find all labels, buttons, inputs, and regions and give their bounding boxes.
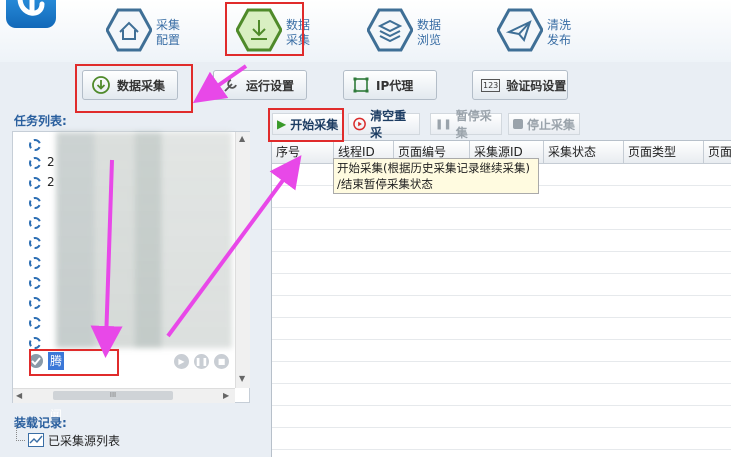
record-icon: [353, 117, 366, 131]
clear-recollect-button[interactable]: 清空重采: [348, 109, 420, 140]
ribbon-config-button[interactable]: 采集 配置: [105, 8, 226, 58]
play-icon[interactable]: ▶: [174, 354, 189, 369]
layers-icon: [366, 8, 414, 52]
task-node-icon: [29, 197, 41, 209]
task-node-icon: [29, 257, 41, 269]
blurred-content: [56, 132, 232, 348]
grid-row-line: [272, 361, 731, 362]
app-logo: [6, 0, 56, 28]
task-node-icon: [29, 217, 41, 229]
scroll-right-icon[interactable]: ▶: [223, 391, 229, 400]
run-settings-label: 运行设置: [246, 78, 295, 93]
grid-row-line: [272, 295, 731, 296]
tree-horizontal-scrollbar[interactable]: ◀ III ▶: [13, 388, 235, 403]
ribbon-label: 数据: [286, 18, 311, 32]
pause-collect-button[interactable]: ❚❚ 暂停采集: [430, 109, 502, 140]
download-icon: [235, 8, 283, 52]
task-node-icon: [29, 297, 41, 309]
captcha-123-icon: 123: [481, 78, 501, 92]
ribbon-collect-button[interactable]: 数据 采集: [235, 8, 356, 58]
scroll-thumb[interactable]: III: [53, 391, 173, 400]
tree-item-label: 2: [47, 155, 55, 169]
ribbon-label: 发布: [547, 33, 572, 47]
grid-row-line: [272, 207, 731, 208]
ribbon-label: 采集: [286, 33, 311, 47]
task-node-icon: [29, 177, 41, 189]
grid-row-line: [272, 251, 731, 252]
paper-plane-icon: [496, 8, 544, 52]
ribbon-label: 清洗: [547, 18, 572, 32]
scroll-left-icon[interactable]: ◀: [16, 391, 22, 400]
grid-row-line: [272, 273, 731, 274]
grid-row-line: [272, 427, 731, 428]
start-collect-button[interactable]: ▶ 开始采集: [272, 113, 344, 135]
tree-item-label: 2: [47, 175, 55, 189]
download-circle-icon: [92, 76, 110, 94]
task-check-icon: [29, 354, 43, 368]
ip-proxy-label: IP代理: [376, 78, 414, 93]
ribbon-label: 采集: [156, 18, 181, 32]
task-node-icon: [29, 237, 41, 249]
frame-icon: [353, 77, 369, 93]
tooltip-line: /结束暂停采集状态: [337, 177, 433, 191]
ribbon-label: 配置: [156, 33, 181, 47]
run-settings-button[interactable]: 运行设置: [213, 70, 307, 100]
ribbon-browse-button[interactable]: 数据 浏览: [366, 8, 487, 58]
data-collect-button[interactable]: 数据采集: [82, 70, 178, 100]
stop-icon: [513, 119, 523, 129]
tooltip-line: 开始采集(根据历史采集记录继续采集): [337, 161, 530, 175]
grid-row-line: [272, 405, 731, 406]
task-node-icon: [29, 139, 41, 151]
task-node-icon: [29, 157, 41, 169]
tree-vertical-scrollbar[interactable]: ▲ ▼: [235, 132, 250, 388]
grid-column-header[interactable]: 序号: [272, 141, 334, 163]
grid-row-line: [272, 339, 731, 340]
grid-row-line: [272, 229, 731, 230]
ribbon-label: 数据: [417, 18, 442, 32]
ribbon-publish-button[interactable]: 清洗 发布: [496, 8, 617, 58]
stop-collect-button[interactable]: 停止采集: [508, 113, 580, 135]
captcha-settings-label: 验证码设置: [506, 78, 567, 93]
wrench-icon: [224, 79, 237, 92]
scroll-down-icon[interactable]: ▼: [239, 374, 245, 383]
pause-icon: ❚❚: [435, 118, 452, 130]
top-ribbon: 采集 配置 数据 采集 数据 浏览 清洗 发布: [0, 0, 731, 62]
start-collect-tooltip: 开始采集(根据历史采集记录继续采集) /结束暂停采集状态: [333, 158, 539, 194]
data-collect-label: 数据采集: [117, 78, 166, 93]
scroll-up-icon[interactable]: ▲: [239, 134, 245, 143]
ip-proxy-button[interactable]: IP代理: [343, 70, 437, 100]
home-icon: [105, 8, 153, 52]
task-node-icon: [29, 277, 41, 289]
task-node-icon: [29, 317, 41, 329]
stop-collect-label: 停止采集: [527, 117, 576, 132]
grid-column-header[interactable]: 页面: [704, 141, 731, 163]
start-collect-label: 开始采集: [290, 117, 339, 132]
grid-row-line: [272, 449, 731, 450]
action-toolbar: ▶ 开始采集 清空重采 ❚❚ 暂停采集 停止采集: [266, 109, 731, 140]
task-node-icon: [29, 337, 41, 349]
task-list-title: 任务列表:: [14, 114, 67, 128]
tree-connector: [16, 426, 25, 441]
load-record-label: 已采集源列表: [48, 434, 121, 448]
grid-row-line: [272, 383, 731, 384]
pause-collect-label: 暂停采集: [455, 109, 492, 140]
stop-icon[interactable]: ■: [214, 354, 229, 369]
grid-column-header[interactable]: 页面类型: [624, 141, 704, 163]
pause-icon[interactable]: ❚❚: [194, 354, 209, 369]
clear-recollect-label: 清空重采: [370, 109, 407, 140]
play-icon: ▶: [277, 117, 287, 131]
selected-task-label: 腾讯新闻: [48, 352, 65, 422]
chart-icon: [28, 433, 44, 447]
captcha-settings-button[interactable]: 123 验证码设置: [472, 70, 568, 100]
grid-row-line: [272, 317, 731, 318]
ribbon-label: 浏览: [417, 33, 442, 47]
grid-column-header[interactable]: 采集状态: [544, 141, 624, 163]
